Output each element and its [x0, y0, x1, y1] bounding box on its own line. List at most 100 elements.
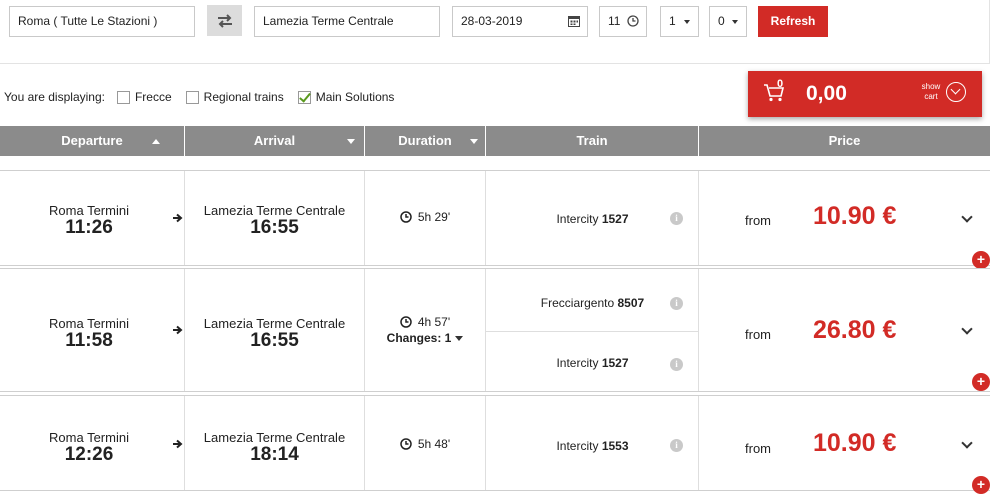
price-cell: from 10.90 €: [699, 171, 990, 265]
header-arrival[interactable]: Arrival: [185, 126, 365, 156]
arrival-station: Lamezia Terme Centrale: [203, 203, 346, 218]
arrival-station: Lamezia Terme Centrale: [203, 316, 346, 331]
header-train: Train: [486, 126, 699, 156]
from-label: from: [745, 441, 771, 456]
header-departure[interactable]: Departure: [0, 126, 185, 156]
checkbox[interactable]: [185, 90, 199, 104]
add-plus-icon[interactable]: +: [972, 251, 990, 269]
duration: 5h 29': [365, 210, 485, 224]
header-label: Arrival: [253, 133, 296, 148]
checkbox-checked[interactable]: [297, 90, 311, 104]
sort-asc-icon: [152, 139, 160, 144]
departure-cell: Roma Termini 11:58: [0, 269, 185, 391]
duration-cell: 5h 48': [365, 396, 486, 490]
info-icon[interactable]: i: [670, 297, 683, 310]
filter-frecce[interactable]: Frecce: [116, 90, 172, 104]
departure-station: Roma Termini: [49, 316, 129, 331]
date-value: 28-03-2019: [461, 14, 523, 28]
hour-value: 11: [608, 14, 621, 28]
children-select[interactable]: 0: [709, 6, 747, 37]
show-cart-text: cart: [924, 92, 938, 101]
info-icon[interactable]: i: [670, 212, 683, 225]
filter-label: Frecce: [134, 90, 172, 104]
changes-toggle[interactable]: Changes: 1: [365, 331, 485, 345]
chevron-down-icon: [455, 336, 464, 341]
arrival-cell: Lamezia Terme Centrale 16:55: [173, 171, 365, 265]
add-plus-icon[interactable]: +: [972, 476, 990, 494]
departure-cell: Roma Termini 11:26: [0, 171, 185, 265]
price-cell: from 26.80 €: [699, 269, 990, 391]
departure-cell: Roma Termini 12:26: [0, 396, 185, 490]
adults-select[interactable]: 1: [660, 6, 699, 37]
clock-icon: [400, 438, 412, 450]
duration-value: 4h 57': [417, 315, 451, 329]
price-cell: from 10.90 €: [699, 396, 990, 490]
hour-select[interactable]: 11: [599, 6, 647, 37]
arrival-time: 18:14: [250, 444, 299, 465]
train-divider: [486, 331, 699, 332]
train-cell: Frecciargento 8507 i Intercity 1527 i: [486, 269, 699, 391]
header-label: Price: [828, 133, 861, 148]
info-icon[interactable]: i: [670, 358, 683, 371]
train-info: Frecciargento 8507: [486, 296, 699, 310]
cart-widget[interactable]: 0 0,00 show cart: [748, 71, 982, 117]
swap-stations-button[interactable]: [207, 5, 242, 36]
filter-main-solutions[interactable]: Main Solutions: [297, 90, 395, 104]
refresh-button[interactable]: Refresh: [758, 6, 828, 37]
date-input[interactable]: 28-03-2019: [452, 6, 588, 37]
sort-desc-icon: [347, 139, 355, 144]
arrow-right-icon: [173, 325, 183, 335]
arrival-time: 16:55: [250, 217, 299, 238]
arrow-right-icon: [173, 213, 183, 223]
calendar-icon: [568, 16, 580, 27]
destination-station-input[interactable]: Lamezia Terme Centrale: [254, 6, 440, 37]
departure-station: Roma Termini: [49, 203, 129, 218]
duration: 4h 57': [365, 315, 485, 329]
departure-time: 12:26: [64, 444, 114, 465]
chevron-down-icon[interactable]: [961, 323, 973, 335]
search-bar: Roma ( Tutte Le Stazioni ) Lamezia Terme…: [0, 0, 990, 64]
price-value: 10.90 €: [813, 202, 897, 230]
duration: 5h 48': [365, 437, 485, 451]
arrival-cell: Lamezia Terme Centrale 16:55: [173, 269, 365, 391]
header-label: Departure: [61, 133, 123, 148]
table-row[interactable]: Roma Termini 11:26 Lamezia Terme Central…: [0, 170, 990, 269]
sort-desc-icon: [470, 139, 478, 144]
duration-value: 5h 48': [417, 437, 451, 451]
swap-icon: [217, 13, 232, 28]
chevron-down-icon[interactable]: [961, 211, 973, 223]
price-value: 10.90 €: [813, 429, 897, 457]
show-cart-label[interactable]: show cart: [919, 82, 943, 102]
filter-regional-trains[interactable]: Regional trains: [185, 90, 284, 104]
chevron-down-circle-icon[interactable]: [946, 82, 966, 102]
chevron-down-icon[interactable]: [961, 437, 973, 449]
arrival-station: Lamezia Terme Centrale: [203, 430, 346, 445]
from-label: from: [745, 213, 771, 228]
train-number: 1527: [601, 212, 629, 226]
price-value: 26.80 €: [813, 316, 897, 344]
duration-cell: 4h 57' Changes: 1: [365, 269, 486, 391]
train-cell: Intercity 1553 i: [486, 396, 699, 490]
filter-label: Main Solutions: [315, 90, 395, 104]
add-plus-icon[interactable]: +: [972, 373, 990, 391]
train-filters: You are displaying: Frecce Regional trai…: [4, 90, 408, 104]
chevron-down-icon: [684, 20, 690, 24]
checkbox[interactable]: [116, 90, 130, 104]
table-row[interactable]: Roma Termini 11:58 Lamezia Terme Central…: [0, 268, 990, 392]
header-label: Train: [576, 133, 608, 148]
duration-cell: 5h 29': [365, 171, 486, 265]
info-icon[interactable]: i: [670, 439, 683, 452]
show-cart-text: show: [921, 82, 941, 91]
clock-icon: [400, 316, 412, 328]
train-name: Intercity: [556, 212, 599, 226]
train-cell: Intercity 1527 i: [486, 171, 699, 265]
departure-station: Roma Termini: [49, 430, 129, 445]
origin-station-input[interactable]: Roma ( Tutte Le Stazioni ): [9, 6, 195, 37]
table-row[interactable]: Roma Termini 12:26 Lamezia Terme Central…: [0, 395, 990, 494]
arrival-cell: Lamezia Terme Centrale 18:14: [173, 396, 365, 490]
adults-value: 1: [669, 14, 676, 28]
header-price: Price: [699, 126, 990, 156]
cart-amount: 0,00: [806, 82, 847, 105]
header-duration[interactable]: Duration: [365, 126, 486, 156]
children-value: 0: [718, 14, 725, 28]
